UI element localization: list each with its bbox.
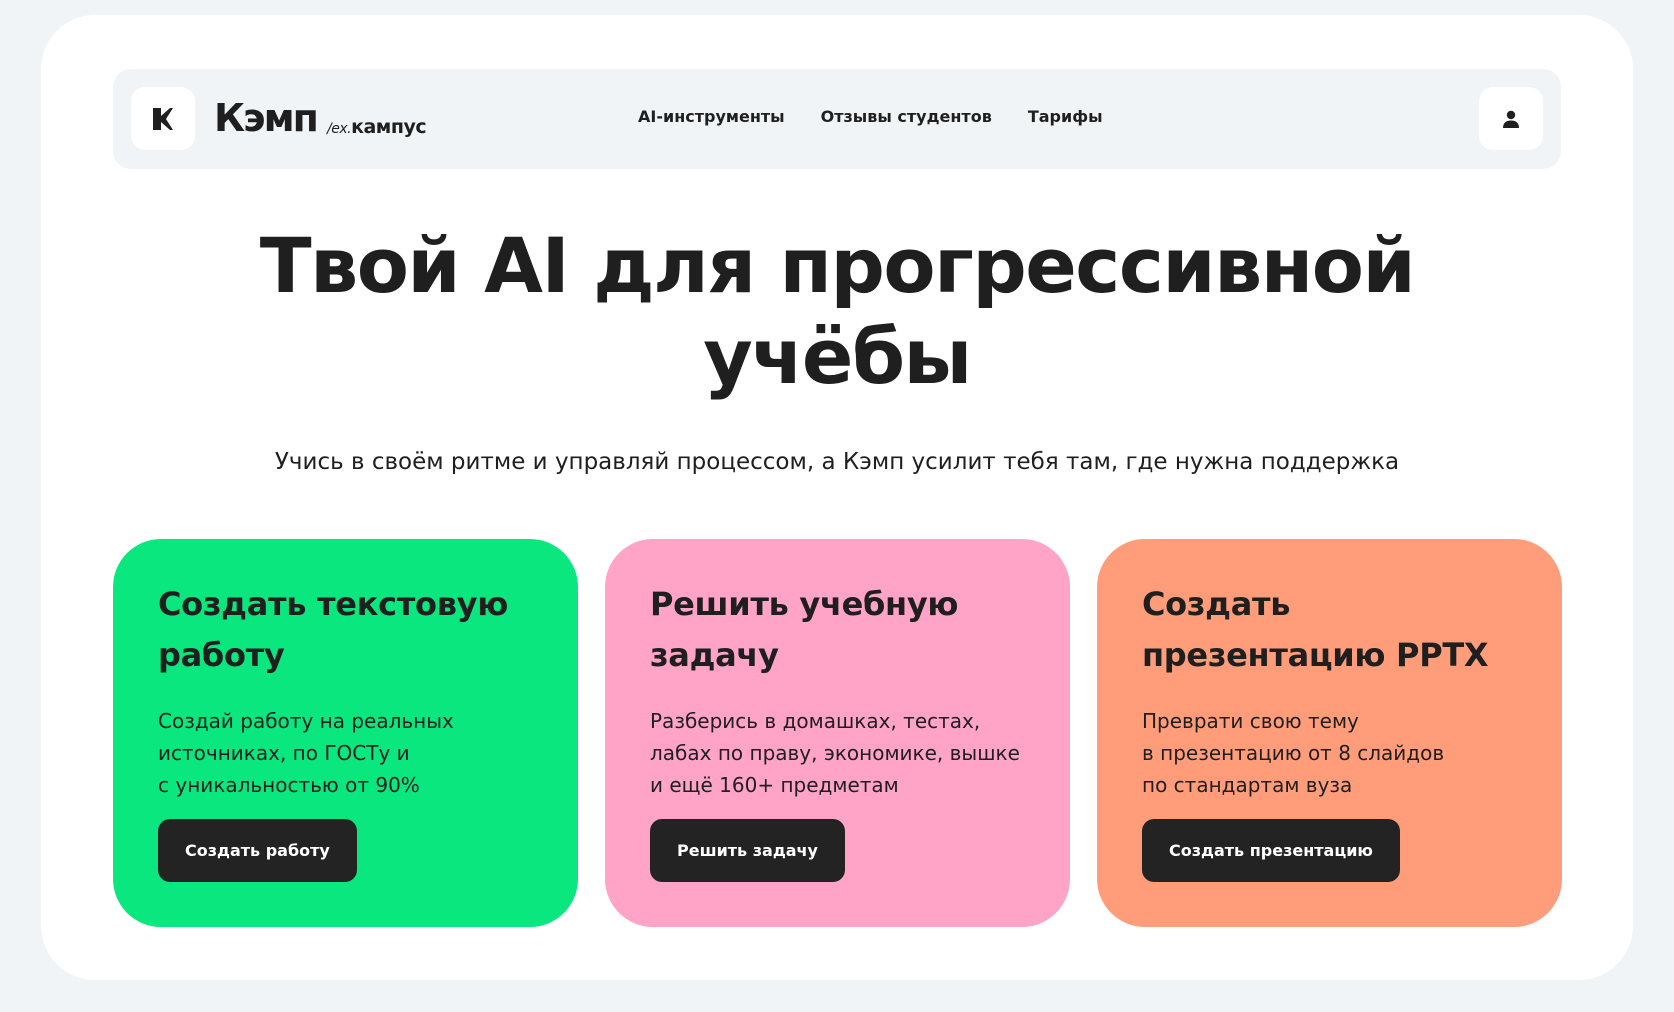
- brand-name[interactable]: Кэмп: [214, 95, 319, 141]
- card-desc-line-3: с уникальностью от 90%: [158, 773, 420, 797]
- nav-pricing[interactable]: Тарифы: [1028, 105, 1103, 129]
- hero-title-line-1: Твой AI для прогрессивной: [259, 221, 1416, 310]
- card-title-line-2: работу: [158, 636, 285, 674]
- card-description: Создай работу на реальных источниках, по…: [158, 705, 534, 801]
- kemp-logo-icon: [153, 107, 173, 130]
- hero-subtitle: Учись в своём ритме и управляй процессом…: [274, 449, 1400, 475]
- card-description: Преврати свою тему в презентацию от 8 сл…: [1142, 705, 1518, 801]
- card-desc-line-2: в презентацию от 8 слайдов: [1142, 741, 1445, 765]
- card-desc-line-1: Разберись в домашках, тестах,: [650, 709, 981, 733]
- card-title-line-1: Решить учебную: [650, 585, 959, 623]
- card-desc-line-2: лабах по праву, экономике, вышке: [650, 741, 1020, 765]
- nav-ai-tools[interactable]: AI-инструменты: [638, 105, 785, 129]
- card-description: Разберись в домашках, тестах, лабах по п…: [650, 705, 1026, 801]
- card-desc-line-1: Преврати свою тему: [1142, 709, 1359, 733]
- card-desc-line-3: по стандартам вуза: [1142, 773, 1353, 797]
- nav-student-reviews[interactable]: Отзывы студентов: [821, 105, 992, 129]
- card-title-line-1: Создать текстовую: [158, 585, 509, 623]
- card-title: Создать текстовую работу: [158, 579, 534, 681]
- hero-title: Твой AI для прогрессивной учёбы: [0, 220, 1674, 402]
- card-solve-task: Решить учебную задачу Разберись в домашк…: [605, 539, 1070, 927]
- site-header: Кэмп /ex.кампус AI-инструменты Отзывы ст…: [113, 69, 1561, 169]
- brand-sub-name: кампус: [351, 116, 427, 138]
- hero-title-line-2: учёбы: [703, 312, 972, 401]
- user-account-button[interactable]: [1479, 87, 1543, 150]
- card-desc-line-3: и ещё 160+ предметам: [650, 773, 899, 797]
- card-title: Решить учебную задачу: [650, 579, 1026, 681]
- user-icon: [1503, 110, 1519, 128]
- solve-task-button[interactable]: Решить задачу: [650, 819, 845, 882]
- brand-sub-prefix: /ex.: [327, 121, 352, 137]
- card-presentation: Создать презентацию PPTX Преврати свою т…: [1097, 539, 1562, 927]
- card-title-line-2: задачу: [650, 636, 779, 674]
- brand-subtitle: /ex.кампус: [327, 115, 427, 141]
- card-title-line-1: Создать: [1142, 585, 1291, 623]
- card-text-work: Создать текстовую работу Создай работу н…: [113, 539, 578, 927]
- card-desc-line-2: источниках, по ГОСТу и: [158, 741, 410, 765]
- card-title-line-2: презентацию PPTX: [1142, 636, 1489, 674]
- card-title: Создать презентацию PPTX: [1142, 579, 1518, 681]
- create-presentation-button[interactable]: Создать презентацию: [1142, 819, 1400, 882]
- card-desc-line-1: Создай работу на реальных: [158, 709, 454, 733]
- create-work-button[interactable]: Создать работу: [158, 819, 357, 882]
- logo-tile[interactable]: [131, 87, 195, 150]
- main-nav: AI-инструменты Отзывы студентов Тарифы: [638, 105, 1103, 129]
